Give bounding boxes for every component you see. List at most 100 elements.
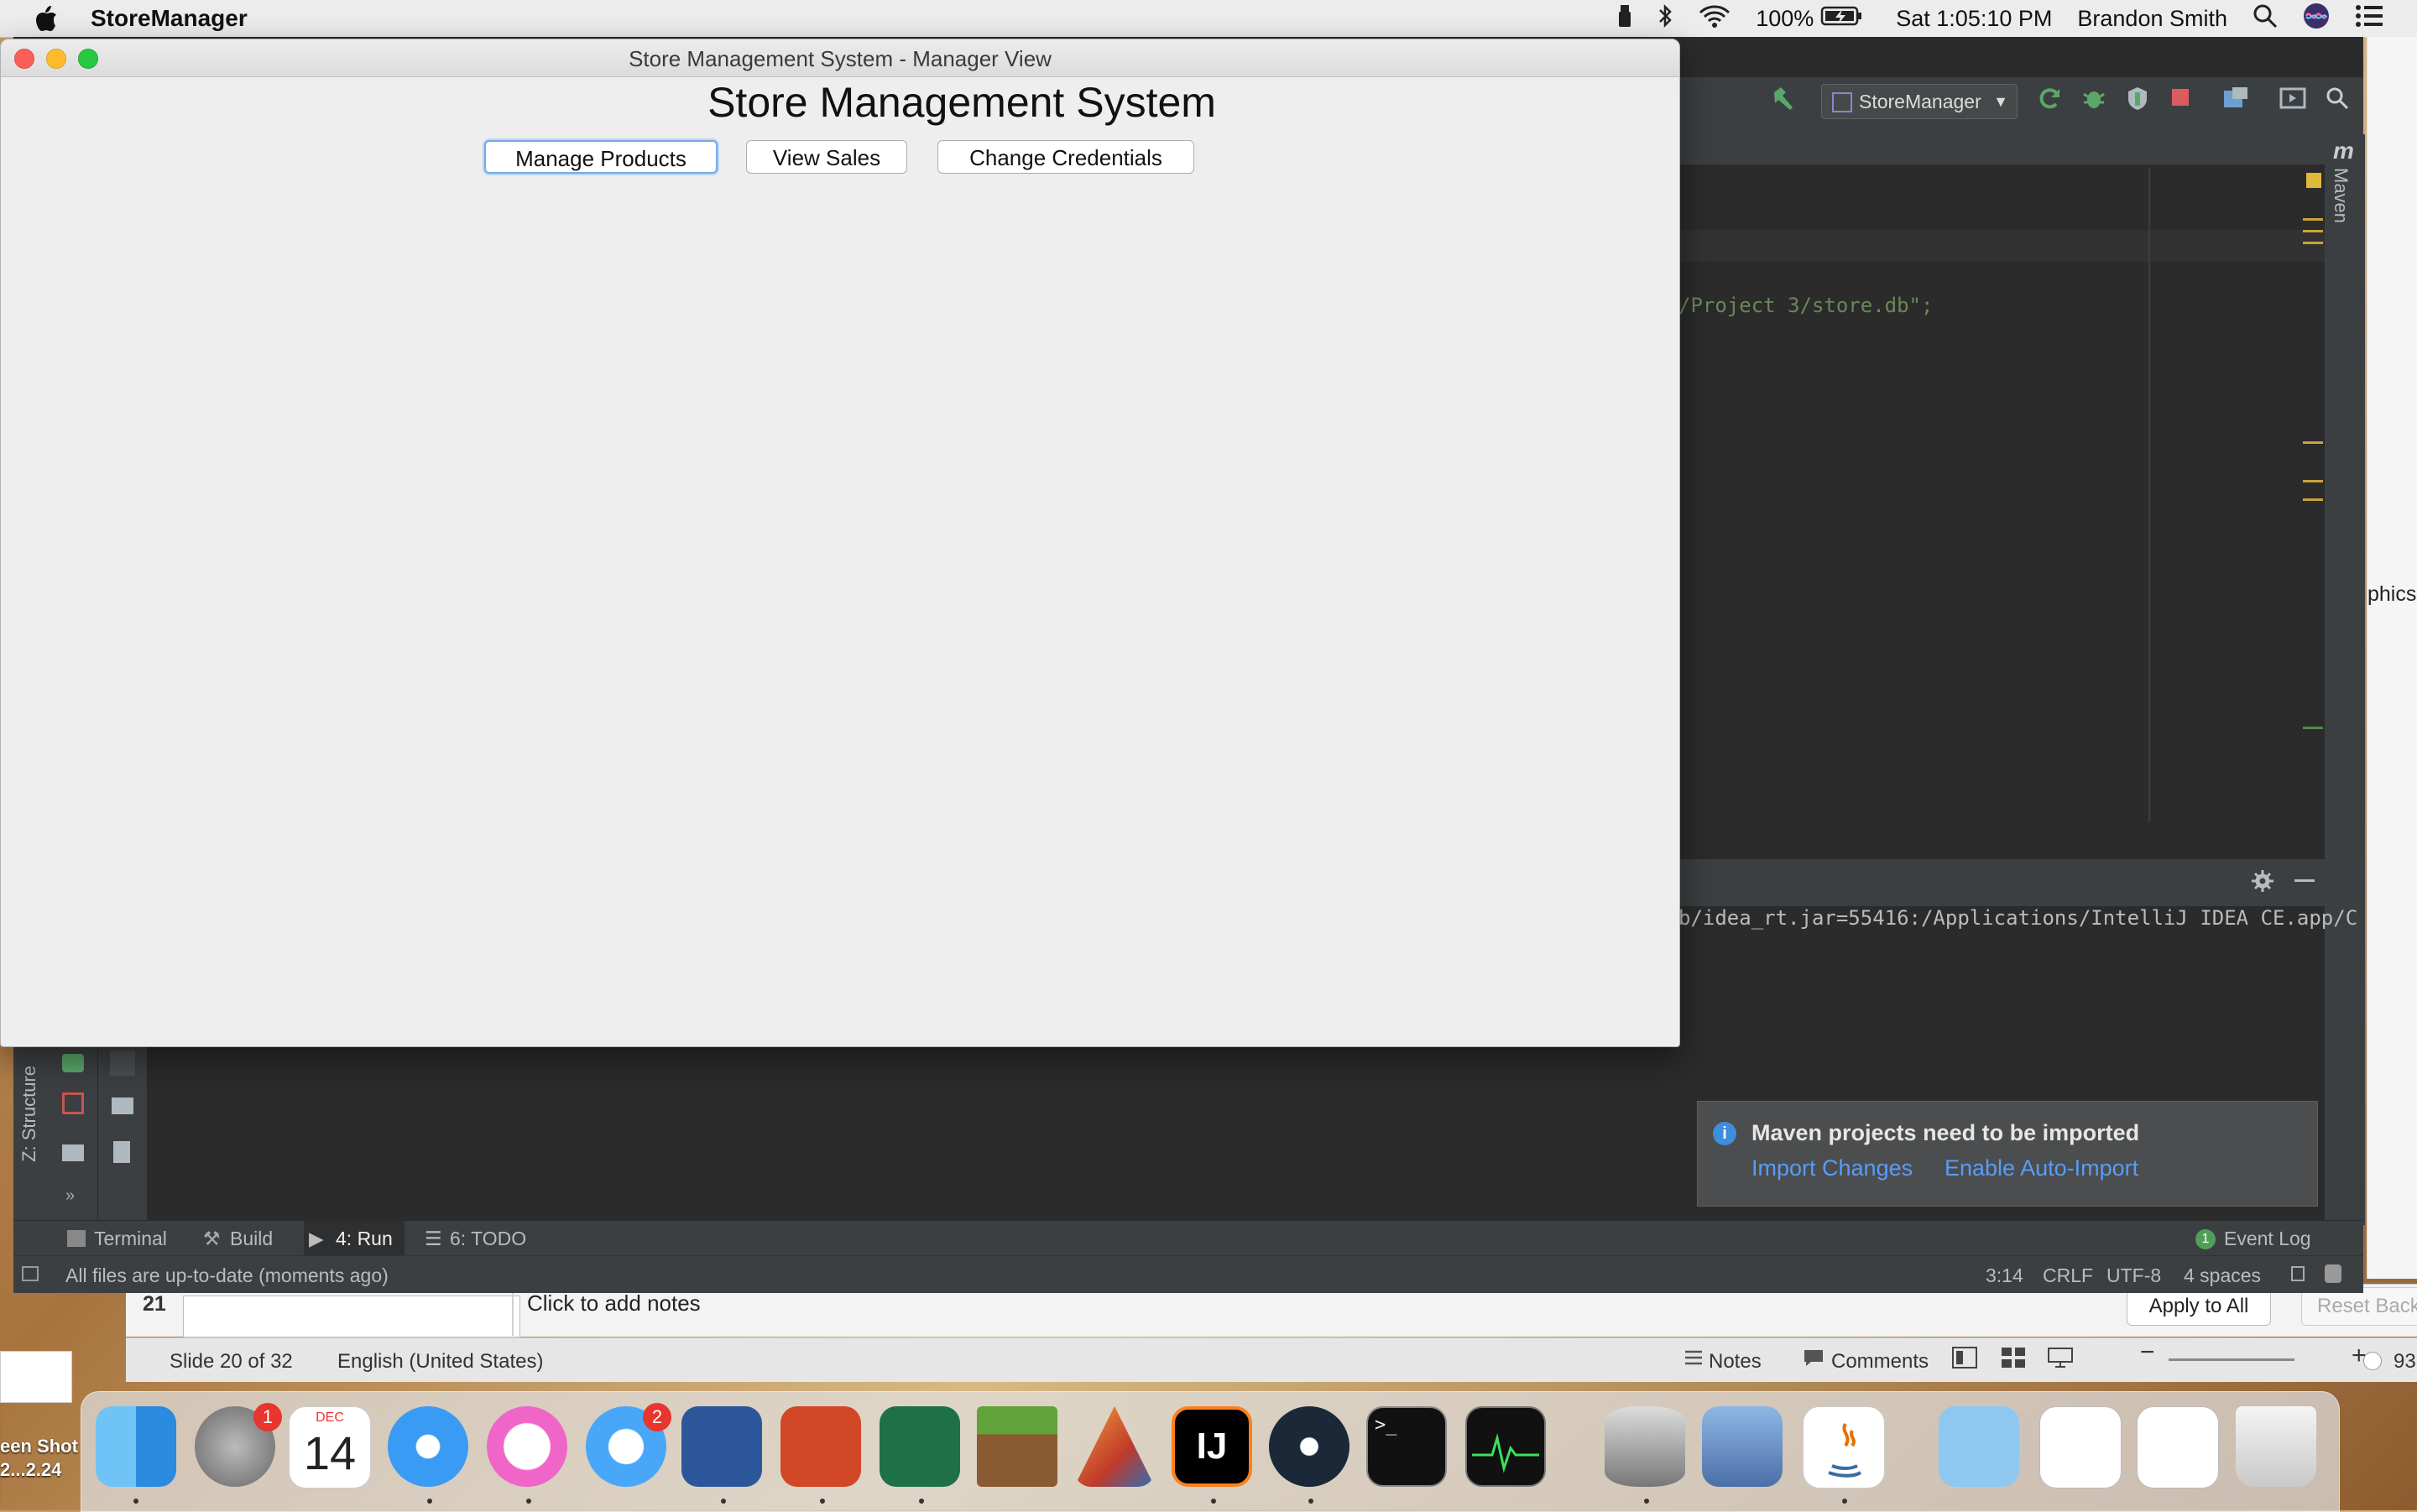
maven-icon[interactable]: m [2333,138,2354,164]
steam-icon[interactable] [1269,1406,1349,1487]
maven-tool-tab[interactable]: Maven [2330,168,2352,223]
minecraft-icon[interactable] [977,1406,1057,1487]
apple-icon[interactable] [34,4,59,33]
tool-windows-toggle-icon[interactable] [22,1266,39,1281]
ppt-language[interactable]: English (United States) [337,1350,543,1374]
enable-auto-import-link[interactable]: Enable Auto-Import [1945,1155,2138,1181]
activity-monitor-icon[interactable] [1465,1406,1546,1487]
print-icon[interactable] [112,1098,133,1114]
layout-icon[interactable] [62,1144,84,1161]
wifi-icon[interactable] [1699,4,1731,34]
desktop-file-label-line2: 2...2.24 [0,1459,62,1480]
project-structure-icon[interactable] [2222,86,2249,115]
desktop-file-label[interactable]: een Shot 2...2.24 [0,1435,78,1482]
document-thumb-1[interactable] [2039,1406,2122,1489]
manage-products-button[interactable]: Manage Products [484,140,718,174]
tab-build[interactable]: Build [230,1228,273,1250]
preview-icon[interactable] [1702,1406,1783,1487]
change-credentials-button[interactable]: Change Credentials [937,140,1194,174]
error-stripe-mark[interactable] [2303,480,2323,482]
bluetooth-icon[interactable] [1657,3,1673,34]
ppt-notes-button[interactable]: Notes [1709,1350,1762,1374]
tab-event-log[interactable]: Event Log [2224,1228,2311,1250]
slide-sorter-icon[interactable] [2001,1347,2026,1374]
document-thumb-2[interactable] [2137,1406,2219,1489]
trash-icon[interactable] [2236,1406,2316,1487]
ppt-slide-thumbnail[interactable] [183,1296,520,1337]
slideshow-icon[interactable] [2048,1347,2073,1374]
build-hammer-icon[interactable] [1769,84,1798,117]
code-string-fragment[interactable]: /Project 3/store.db"; [1678,294,1933,317]
window-titlebar[interactable]: Store Management System - Manager View [1,39,1679,77]
gear-icon[interactable] [2251,869,2274,897]
powerpoint-icon[interactable] [780,1406,861,1487]
ppt-comments-button[interactable]: Comments [1831,1350,1929,1374]
java-icon[interactable] [1803,1406,1885,1489]
notification-center-icon[interactable] [2355,4,2383,34]
zoom-out-icon[interactable]: − [2140,1338,2155,1367]
siri-icon[interactable] [2303,3,2330,35]
zoom-slider[interactable] [2169,1358,2294,1361]
console-output-line[interactable]: b/idea_rt.jar=55416:/Applications/Intell… [1678,906,2357,930]
ppt-status-bar: Slide 20 of 32 English (United States) N… [126,1337,2417,1382]
caret-position[interactable]: 3:14 [1986,1264,2023,1287]
run-anything-icon[interactable] [2279,86,2306,115]
app-menu-name[interactable]: StoreManager [91,5,248,32]
lock-icon[interactable] [2291,1266,2305,1281]
search-icon[interactable] [2253,3,2278,34]
exit-icon[interactable] [62,1092,84,1114]
calendar-icon[interactable]: DEC 14 [289,1406,371,1489]
restore-layout-icon[interactable] [62,1054,84,1072]
database-icon[interactable] [1605,1406,1685,1487]
line-separator[interactable]: CRLF [2043,1264,2093,1287]
downloads-icon[interactable] [1939,1406,2019,1487]
word-icon[interactable] [681,1406,762,1487]
change-stripe-mark[interactable] [2303,727,2323,729]
battery-icon[interactable] [1820,5,1862,33]
menubar-clock[interactable]: Sat 1:05:10 PM [1896,6,2052,32]
menubar-user[interactable]: Brandon Smith [2077,6,2227,32]
maven-popup-title: Maven projects need to be imported [1751,1120,2140,1145]
stop-icon[interactable] [2169,86,2194,115]
error-stripe-mark[interactable] [2303,498,2323,501]
view-sales-button[interactable]: View Sales [746,140,907,174]
terminal-icon[interactable]: >_ [1366,1406,1447,1487]
rerun-icon[interactable] [2038,86,2063,115]
import-changes-link[interactable]: Import Changes [1751,1155,1913,1181]
minimize-panel-icon[interactable] [2294,879,2315,882]
comments-icon[interactable] [1803,1348,1824,1373]
structure-tool-tab[interactable]: Z: Structure [18,1066,40,1162]
desktop-screenshot-file[interactable] [0,1351,72,1403]
ppt-notes-placeholder[interactable]: Click to add notes [527,1290,701,1316]
normal-view-icon[interactable] [1952,1347,1977,1374]
excel-icon[interactable] [880,1406,960,1487]
coverage-icon[interactable] [2125,86,2150,115]
debug-icon[interactable] [2081,86,2106,115]
ppt-zoom-value[interactable]: 93 [2394,1350,2416,1374]
indent-setting[interactable]: 4 spaces [2184,1264,2261,1287]
file-encoding[interactable]: UTF-8 [2106,1264,2161,1287]
code-editor[interactable] [1678,168,2325,859]
tab-run[interactable]: 4: Run [336,1228,393,1250]
error-stripe-mark[interactable] [2303,230,2323,232]
inspector-icon[interactable] [2325,1264,2341,1283]
safari-icon[interactable] [388,1406,468,1487]
more-chevron-icon[interactable]: » [65,1186,75,1206]
scroll-to-end-icon[interactable] [110,1051,135,1076]
error-stripe-mark[interactable] [2303,218,2323,221]
notes-icon[interactable] [1684,1348,1704,1373]
usb-icon[interactable] [1618,3,1631,34]
trash-console-icon[interactable] [113,1141,130,1163]
intellij-icon[interactable]: IJ [1172,1406,1252,1487]
error-stripe-mark[interactable] [2303,441,2323,444]
inspection-warning-icon[interactable] [2306,173,2321,188]
finder-icon[interactable] [96,1406,176,1487]
tab-terminal[interactable]: Terminal [94,1228,167,1250]
status-message[interactable]: All files are up-to-date (moments ago) [65,1264,389,1287]
tab-todo[interactable]: 6: TODO [450,1228,526,1250]
run-configuration-select[interactable]: StoreManager ▼ [1821,84,2018,119]
search-everywhere-icon[interactable] [2325,86,2350,115]
error-stripe-mark[interactable] [2303,242,2323,244]
itunes-icon[interactable] [487,1406,567,1487]
zoom-in-icon[interactable]: + [2352,1342,2367,1370]
